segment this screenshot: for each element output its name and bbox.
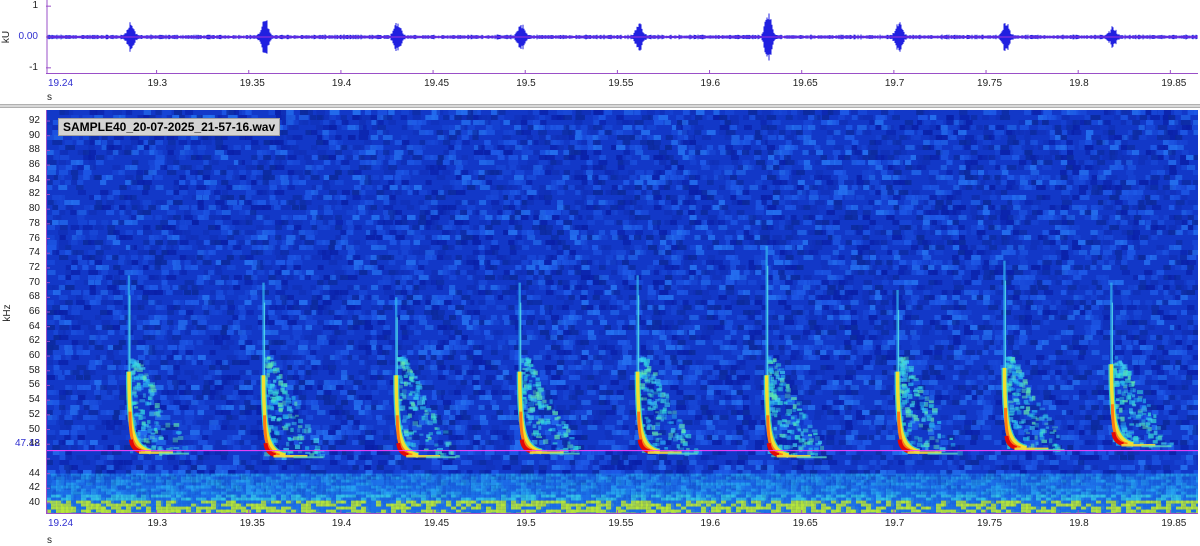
spectrogram-x-tick-label: 19.45	[424, 518, 450, 529]
waveform-x-tick-label: 19.35	[239, 78, 265, 89]
spectrogram-y-tick-label: 84	[28, 173, 40, 185]
waveform-x-tick-label: 19.45	[424, 78, 450, 89]
spectrogram-x-tick-label: 19.65	[792, 518, 818, 529]
spectrogram-x-tick-label: 19.6	[700, 518, 721, 529]
waveform-x-tick-label: 19.7	[884, 78, 905, 89]
spectrogram-y-tick-label: 62	[28, 335, 40, 347]
waveform-y-tick-label: 1	[32, 0, 38, 12]
waveform-y-axis-title: kU	[1, 30, 12, 44]
spectrogram-y-tick-label: 44	[28, 467, 40, 479]
spectrogram-x-axis-title: s	[47, 535, 52, 546]
waveform-x-tick-label: 19.8	[1069, 78, 1089, 89]
spectrogram-y-tick-label: 72	[28, 261, 40, 273]
spectrogram-y-tick-label: 78	[28, 217, 40, 229]
waveform-x-tick-label: 19.3	[147, 78, 168, 89]
waveform-x-tick-label: 19.4	[331, 78, 352, 89]
frequency-cursor-label[interactable]: 47.12	[6, 439, 40, 449]
waveform-y-tick-label: -1	[29, 61, 38, 73]
waveform-x-tick-label: 19.6	[700, 78, 721, 89]
spectrogram-x-tick-label: 19.7	[884, 518, 905, 529]
spectrogram-y-tick-label: 92	[28, 115, 40, 127]
spectrogram-y-tick-label: 60	[28, 350, 40, 362]
waveform-x-tick-label: 19.5	[516, 78, 536, 89]
waveform-x-tick-label: 19.24	[48, 78, 74, 89]
spectrogram-x-tick-label: 19.4	[331, 518, 352, 529]
spectrogram-y-tick-label: 56	[28, 379, 40, 391]
spectrogram-y-tick-label: 58	[28, 364, 40, 376]
spectrogram-y-tick-label: 76	[28, 232, 40, 244]
spectrogram-x-tick-label: 19.55	[608, 518, 634, 529]
spectrogram-y-tick-label: 66	[28, 306, 40, 317]
spectrogram-y-tick-label: 64	[28, 320, 40, 332]
spectrogram-y-tick-label: 50	[28, 423, 40, 435]
spectrogram-x-tick-label: 19.35	[239, 518, 265, 529]
spectrogram-x-tick-label: 19.75	[977, 518, 1003, 529]
spectrogram-y-tick-label: 54	[28, 394, 40, 406]
spectrogram-y-tick-label: 86	[28, 159, 40, 171]
spectrogram-x-tick-label: 19.24	[48, 518, 74, 529]
waveform-panel[interactable]: kU 1 0.00 -1 19.24 19.3 19.35 19.4 19.45 19.5 19…	[0, 0, 1200, 104]
spectrogram-x-tick-label: 19.85	[1161, 518, 1187, 529]
waveform-x-tick-label: 19.65	[792, 78, 818, 89]
spectrogram-y-tick-label: 52	[28, 408, 40, 420]
spectrogram-y-tick-label: 90	[28, 129, 40, 141]
spectrogram-plot[interactable]	[46, 110, 1198, 514]
spectrogram-x-tick-label: 19.5	[516, 518, 536, 529]
waveform-x-axis-title: s	[47, 92, 52, 103]
spectrogram-x-tick-label: 19.3	[147, 518, 168, 529]
file-name-label: SAMPLE40_20-07-2025_21-57-16.wav	[58, 118, 281, 136]
spectrogram-y-tick-label: 70	[28, 276, 40, 288]
spectrogram-x-tick-label: 19.8	[1069, 518, 1089, 529]
spectrogram-y-axis-title: kHz	[2, 304, 13, 322]
waveform-x-tick-label: 19.85	[1161, 78, 1187, 89]
spectrogram-y-tick-label: 42	[28, 482, 40, 494]
waveform-plot[interactable]	[46, 0, 1200, 74]
spectrogram-y-tick-label: 74	[28, 247, 40, 259]
spectrogram-y-tick-label: 80	[28, 203, 40, 215]
waveform-y-tick-label: 0.00	[18, 31, 38, 42]
waveform-x-tick-label: 19.75	[977, 78, 1003, 89]
waveform-x-tick-label: 19.55	[608, 78, 634, 89]
spectrogram-y-tick-label: 88	[28, 144, 40, 156]
spectrogram-y-tick-label: 82	[28, 188, 40, 200]
spectrogram-y-tick-label: 40	[28, 496, 40, 508]
spectrogram-y-tick-label: 68	[28, 291, 40, 303]
